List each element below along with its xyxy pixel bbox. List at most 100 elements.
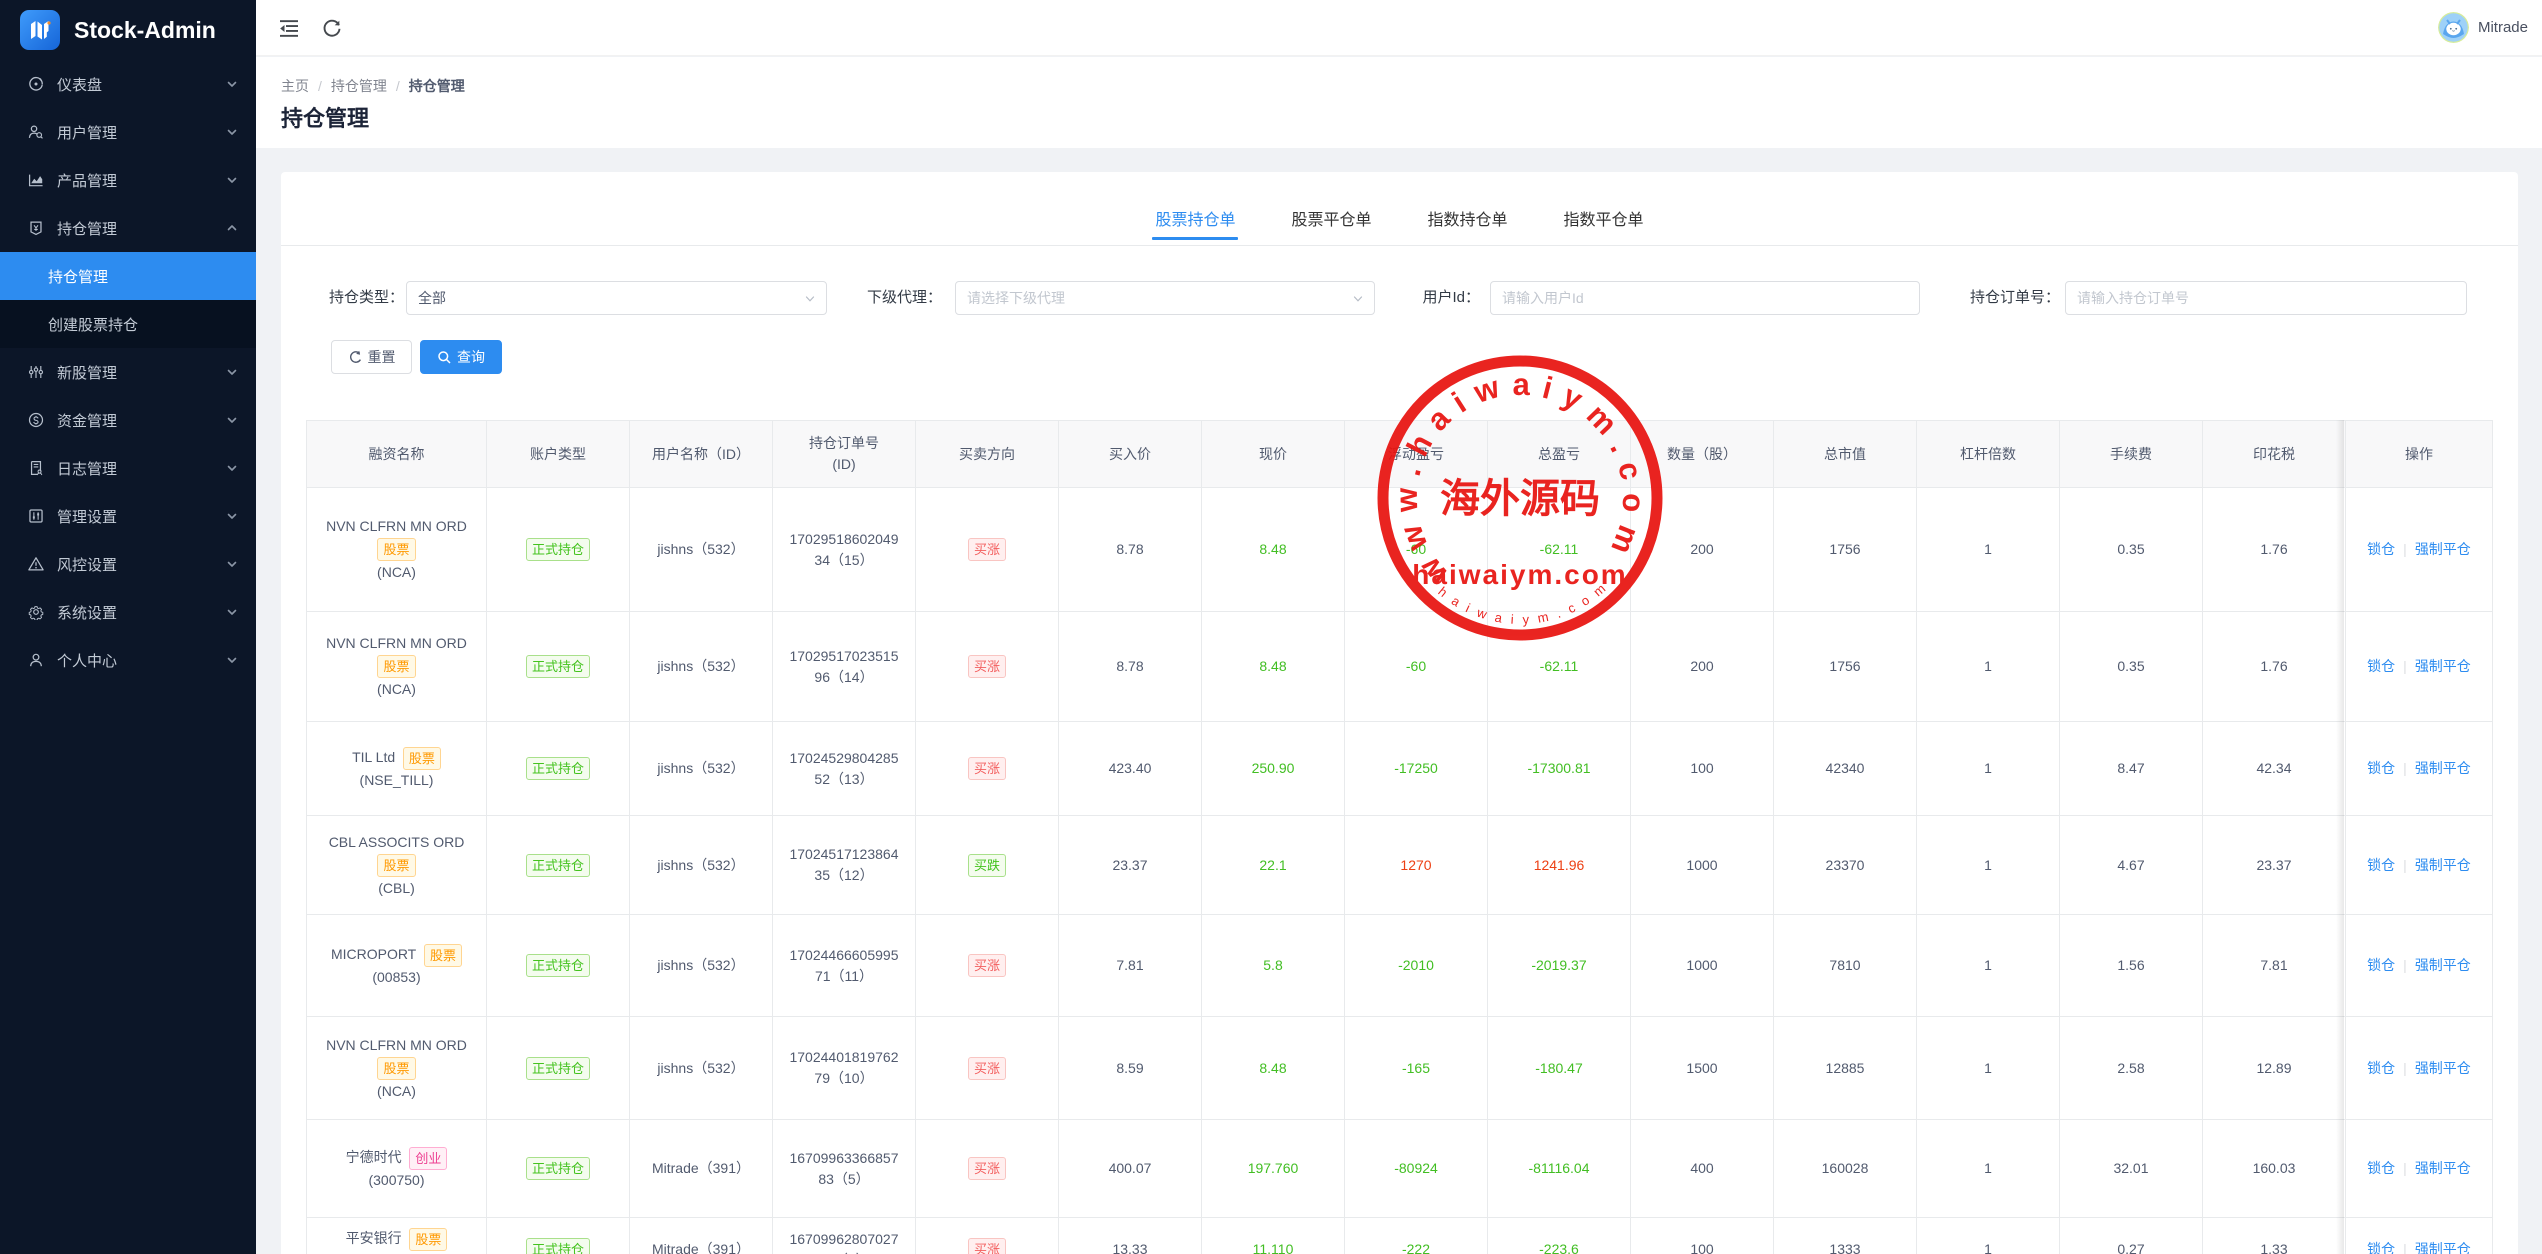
market-value: 160028 [1822, 1160, 1869, 1176]
fee: 32.01 [2113, 1160, 2148, 1176]
filter-input-2[interactable]: 请输入用户Id [1490, 281, 1920, 315]
sidebar-item-1[interactable]: 用户管理 [0, 108, 256, 156]
cell-mkt-value: 7810 [1774, 915, 1917, 1017]
direction-tag: 买涨 [968, 954, 1006, 977]
cell-total-pl: -81116.04 [1488, 1120, 1631, 1218]
buy-price: 13.33 [1112, 1241, 1147, 1254]
leverage: 1 [1984, 658, 1992, 674]
sidebar-item-7[interactable]: 管理设置 [0, 492, 256, 540]
cell-buy-price: 8.78 [1059, 612, 1202, 722]
force-close-link[interactable]: 强制平仓 [2415, 541, 2471, 557]
float-pl: -165 [1402, 1060, 1430, 1076]
sidebar-subitem-1[interactable]: 创建股票持仓 [0, 300, 256, 348]
sidebar-item-label: 资金管理 [57, 410, 117, 431]
column-header-9: 数量（股） [1631, 421, 1774, 488]
cell-qty: 1000 [1631, 915, 1774, 1017]
cell-current-price: 22.1 [1202, 816, 1345, 915]
sidebar-item-9[interactable]: 系统设置 [0, 588, 256, 636]
force-close-link[interactable]: 强制平仓 [2415, 857, 2471, 873]
lock-position-link[interactable]: 锁仓 [2367, 1060, 2395, 1076]
search-button[interactable]: 查询 [420, 340, 502, 374]
cell-name: NVN CLFRN MN ORD股票(NCA) [307, 612, 487, 722]
cell-user: Mitrade（391） [630, 1218, 773, 1254]
order-id-line1: 17029518602049 [789, 531, 898, 547]
lock-position-link[interactable]: 锁仓 [2367, 1241, 2395, 1254]
stamp-tax: 42.34 [2256, 760, 2291, 776]
lock-position-link[interactable]: 锁仓 [2367, 857, 2395, 873]
sidebar-item-0[interactable]: 仪表盘 [0, 60, 256, 108]
caret-down-icon [226, 414, 238, 426]
cell-name: MICROPORT 股票(00853) [307, 915, 487, 1017]
force-close-link[interactable]: 强制平仓 [2415, 1241, 2471, 1254]
market-value: 42340 [1826, 760, 1865, 776]
table-row-6: 宁德时代 创业(300750)正式持仓Mitrade（391）167099633… [307, 1120, 2493, 1218]
buy-price: 8.78 [1116, 658, 1143, 674]
sidebar-item-label: 用户管理 [57, 122, 117, 143]
reset-button[interactable]: 重置 [331, 340, 412, 374]
leverage: 1 [1984, 1160, 1992, 1176]
direction-tag: 买涨 [968, 538, 1006, 561]
order-id-line2: 96（14） [814, 669, 873, 685]
cell-leverage: 1 [1917, 612, 2060, 722]
lock-position-link[interactable]: 锁仓 [2367, 957, 2395, 973]
tab-0[interactable]: 股票持仓单 [1155, 192, 1235, 244]
tab-2[interactable]: 指数持仓单 [1428, 192, 1508, 244]
brand[interactable]: Stock-Admin [0, 0, 256, 60]
sidebar-item-3[interactable]: 持仓管理 [0, 204, 256, 252]
user-name-id: jishns（532） [657, 760, 744, 776]
category-tag: 股票 [377, 655, 415, 678]
sidebar-item-5[interactable]: 资金管理 [0, 396, 256, 444]
system-settings-icon [28, 604, 44, 620]
user-name: Mitrade [2478, 19, 2528, 36]
caret-down-icon [226, 558, 238, 570]
fee: 2.58 [2117, 1060, 2144, 1076]
force-close-link[interactable]: 强制平仓 [2415, 760, 2471, 776]
refresh-icon[interactable] [322, 18, 342, 38]
sidebar-item-4[interactable]: 新股管理 [0, 348, 256, 396]
lock-position-link[interactable]: 锁仓 [2367, 1160, 2395, 1176]
sidebar-item-8[interactable]: 风控设置 [0, 540, 256, 588]
force-close-link[interactable]: 强制平仓 [2415, 1160, 2471, 1176]
tab-1[interactable]: 股票平仓单 [1291, 192, 1371, 244]
order-id-line2: 52（13） [814, 771, 873, 787]
fee: 0.35 [2117, 541, 2144, 557]
sidebar-item-label: 个人中心 [57, 650, 117, 671]
stamp-tax: 1.76 [2260, 658, 2287, 674]
lock-position-link[interactable]: 锁仓 [2367, 658, 2395, 674]
caret-up-icon [226, 222, 238, 234]
column-header-2: 用户名称（ID） [630, 421, 773, 488]
sidebar-item-2[interactable]: 产品管理 [0, 156, 256, 204]
sidebar-item-label: 管理设置 [57, 506, 117, 527]
cell-qty: 400 [1631, 1120, 1774, 1218]
cell-buy-price: 423.40 [1059, 722, 1202, 816]
tabs: 股票持仓单 股票平仓单 指数持仓单 指数平仓单 [281, 172, 2518, 246]
account-tag: 正式持仓 [526, 854, 590, 877]
force-close-link[interactable]: 强制平仓 [2415, 957, 2471, 973]
order-id-line1: 16709962807027 [789, 1231, 898, 1247]
page: Stock-Admin 仪表盘用户管理产品管理持仓管理持仓管理创建股票持仓新股管… [0, 0, 2542, 1254]
sidebar-item-10[interactable]: 个人中心 [0, 636, 256, 684]
fee: 4.67 [2117, 857, 2144, 873]
profile-icon [28, 652, 44, 668]
breadcrumb-item-0[interactable]: 主页 [281, 78, 309, 94]
tab-3[interactable]: 指数平仓单 [1564, 192, 1644, 244]
force-close-link[interactable]: 强制平仓 [2415, 1060, 2471, 1076]
cell-mkt-value: 1333 [1774, 1218, 1917, 1254]
sidebar-subitem-0[interactable]: 持仓管理 [0, 252, 256, 300]
filter-input-3[interactable]: 请输入持仓订单号 [2065, 281, 2467, 315]
current-price: 250.90 [1252, 760, 1295, 776]
cell-stamp-tax: 1.76 [2203, 612, 2346, 722]
cell-direction: 买跌 [916, 816, 1059, 915]
lock-position-link[interactable]: 锁仓 [2367, 541, 2395, 557]
user-name-id: Mitrade（391） [652, 1241, 750, 1254]
caret-down-icon [226, 126, 238, 138]
force-close-link[interactable]: 强制平仓 [2415, 658, 2471, 674]
total-pl: -223.6 [1539, 1241, 1579, 1254]
breadcrumb-item-1[interactable]: 持仓管理 [331, 78, 387, 94]
lock-position-link[interactable]: 锁仓 [2367, 760, 2395, 776]
collapse-sidebar-icon[interactable] [279, 18, 299, 38]
sidebar-item-label: 仪表盘 [57, 74, 102, 95]
table-row-7: 平安银行 股票(000001)正式持仓Mitrade（391）167099628… [307, 1218, 2493, 1254]
user-menu[interactable]: Mitrade [2438, 12, 2528, 43]
sidebar-item-6[interactable]: 日志管理 [0, 444, 256, 492]
